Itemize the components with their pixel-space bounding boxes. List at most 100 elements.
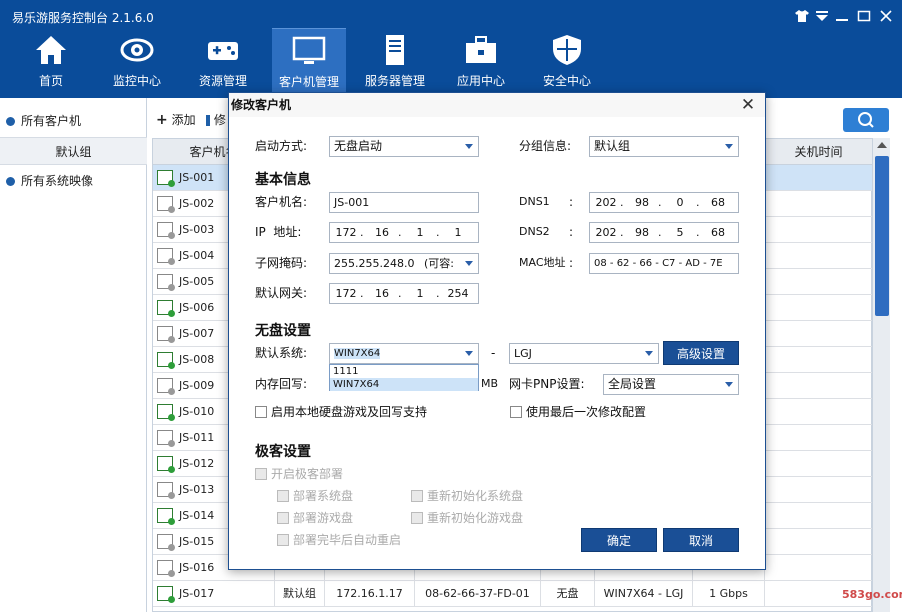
subnet-hint: (可容: [423, 257, 454, 270]
enable-extreme-checkbox[interactable] [255, 468, 267, 480]
top-navigation-bar: 易乐游服务控制台 2.1.6.0 首页 监控中心 资源管理 客户机管理 服务器管… [0, 0, 902, 98]
watermark: 583go.com [842, 588, 902, 601]
client-name: JS-013 [179, 483, 215, 496]
sidebar-item-all-clients[interactable]: 所有客户机 [0, 106, 147, 136]
shutdown-time-cell [765, 373, 873, 399]
shutdown-time-cell [765, 477, 873, 503]
nic-pnp-select[interactable]: 全局设置 [603, 374, 739, 395]
default-system-dropdown: 1111 WIN7X64 [329, 364, 479, 391]
nav-client-management[interactable]: 客户机管理 [272, 28, 346, 92]
local-disk-label: 启用本地硬盘游戏及回写支持 [271, 405, 428, 419]
table-row[interactable]: JS-017 默认组 172.16.1.17 08-62-66-37-FD-01 无盘 W… [153, 581, 873, 607]
cancel-button[interactable]: 取消 [663, 528, 739, 552]
sidebar-item-all-images[interactable]: 所有系统映像 [0, 166, 147, 196]
subnet-label: 子网掩码: [255, 256, 308, 270]
nav-home[interactable]: 首页 [14, 28, 88, 92]
nav-security-center[interactable]: 安全中心 [530, 28, 604, 92]
nav-monitor-center[interactable]: 监控中心 [100, 28, 174, 92]
close-icon[interactable] [878, 10, 894, 25]
mem-writeback-unit: MB [481, 377, 499, 390]
search-button[interactable] [843, 108, 889, 132]
client-name: JS-004 [179, 249, 215, 262]
client-name: JS-010 [179, 405, 215, 418]
chevron-down-icon [465, 144, 473, 149]
gateway-input[interactable]: 172. 16. 1. 254 [329, 283, 479, 304]
app-title: 易乐游服务控制台 2.1.6.0 [12, 11, 154, 25]
sidebar-item-default-group[interactable]: 默认组 [0, 137, 147, 165]
client-name-cell: JS-017 [153, 581, 275, 607]
mac-input[interactable]: 08 - 62 - 66 - C7 - AD - 7E [589, 253, 739, 274]
dialog-close-icon[interactable]: ✕ [739, 95, 757, 115]
dropdown-option[interactable]: WIN7X64 [330, 378, 478, 391]
chevron-down-icon [725, 144, 733, 149]
nav-app-center[interactable]: 应用中心 [444, 28, 518, 92]
edit-button[interactable]: 修 [206, 109, 226, 131]
reinit-game-checkbox[interactable] [411, 512, 423, 524]
menu-icon[interactable] [814, 10, 830, 25]
last-config-checkbox[interactable] [510, 406, 522, 418]
bullet-icon [6, 177, 15, 186]
default-system-select[interactable]: WIN7X64 [329, 343, 479, 364]
shutdown-time-cell [765, 451, 873, 477]
shutdown-time-cell [765, 295, 873, 321]
shutdown-time-cell [765, 191, 873, 217]
deploy-game-label: 部署游戏盘 [293, 511, 354, 525]
basic-info-section-title: 基本信息 [255, 172, 311, 188]
chevron-down-icon [645, 351, 653, 356]
local-disk-checkbox[interactable] [255, 406, 267, 418]
auto-restart-checkbox[interactable] [277, 534, 289, 546]
group-cell: 默认组 [275, 581, 325, 607]
client-name-input[interactable]: JS-001 [329, 192, 479, 213]
client-name: JS-016 [179, 561, 215, 574]
shutdown-time-cell [765, 347, 873, 373]
computer-icon [157, 222, 175, 239]
ip-input[interactable]: 172. 16. 1. 1 [329, 222, 479, 243]
computer-icon [157, 378, 175, 395]
client-name: JS-005 [179, 275, 215, 288]
reinit-game-label: 重新初始化游戏盘 [427, 511, 524, 525]
edit-client-dialog: 修改客户机 ✕ 启动方式: 无盘启动 分组信息: 默认组 基本信息 客户机名: … [228, 92, 766, 570]
shutdown-time-cell [765, 503, 873, 529]
shutdown-time-cell [765, 425, 873, 451]
dns1-input[interactable]: 202. 98. 0. 68 [589, 192, 739, 213]
advanced-settings-button[interactable]: 高级设置 [663, 341, 739, 365]
deploy-system-checkbox[interactable] [277, 490, 289, 502]
group-select[interactable]: 默认组 [589, 136, 739, 157]
reinit-system-label: 重新初始化系统盘 [427, 489, 524, 503]
system-cell: WIN7X64 - LGJ [595, 581, 693, 607]
edit-icon [206, 115, 210, 126]
maximize-icon[interactable] [856, 10, 872, 25]
shield-icon [550, 34, 584, 66]
speed-cell: 1 Gbps [693, 581, 765, 607]
scrollbar-thumb[interactable] [875, 156, 889, 316]
mac-cell: 08-62-66-37-FD-01 [415, 581, 541, 607]
add-button[interactable]: + 添加 [156, 109, 196, 131]
deploy-game-checkbox[interactable] [277, 512, 289, 524]
column-header-shutdown-time[interactable]: 关机时间 [765, 139, 873, 165]
scroll-up-icon[interactable] [877, 142, 887, 148]
boot-mode-select[interactable]: 无盘启动 [329, 136, 479, 157]
shutdown-time-cell [765, 555, 873, 581]
dropdown-option[interactable]: 1111 [330, 365, 478, 378]
mem-writeback-label: 内存回写: [255, 377, 308, 391]
monitor-icon [292, 35, 326, 67]
minimize-icon[interactable] [834, 10, 850, 25]
computer-icon [157, 326, 175, 343]
client-name: JS-001 [179, 171, 215, 184]
dns2-input[interactable]: 202. 98. 5. 68 [589, 222, 739, 243]
computer-icon [157, 482, 175, 499]
subnet-select[interactable]: 255.255.248.0 (可容: [329, 253, 479, 274]
table-scrollbar[interactable] [872, 138, 890, 612]
reinit-system-checkbox[interactable] [411, 490, 423, 502]
sidebar-item-label: 默认组 [55, 145, 92, 159]
shutdown-time-cell [765, 217, 873, 243]
nav-resource-management[interactable]: 资源管理 [186, 28, 260, 92]
dns2-label: DNS2 [519, 225, 550, 238]
sidebar: 所有客户机 默认组 所有系统映像 [0, 98, 147, 612]
nav-server-management[interactable]: 服务器管理 [358, 28, 432, 92]
computer-icon [157, 274, 175, 291]
ok-button[interactable]: 确定 [581, 528, 657, 552]
image-select[interactable]: LGJ [509, 343, 659, 364]
shirt-icon[interactable] [794, 10, 810, 25]
computer-icon [157, 196, 175, 213]
